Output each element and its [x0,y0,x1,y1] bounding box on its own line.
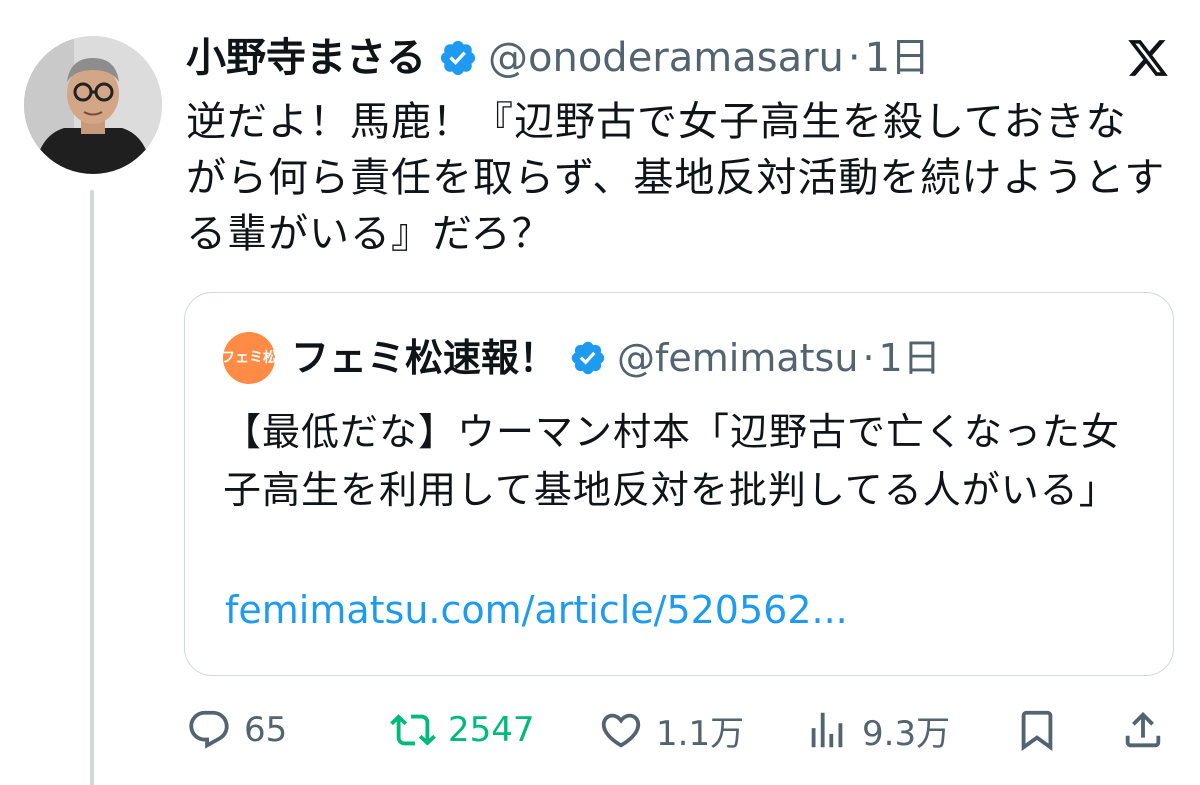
reply-button[interactable]: 65 [186,700,287,760]
x-logo-icon[interactable] [1126,36,1170,80]
bookmark-button[interactable] [1014,700,1060,760]
avatar-image [24,36,162,174]
quoted-tweet-header: フェミ松 フェミ松速報！ @femimatsu · 1日 [221,331,941,385]
like-count: 1.1万 [656,713,745,754]
action-bar: 65 2547 1.1万 9.3万 [186,700,1176,760]
like-icon [601,713,641,748]
separator-dot: · [847,35,861,81]
quoted-display-name: フェミ松速報！ [291,336,558,380]
views-icon [811,712,843,748]
share-button[interactable] [1120,700,1166,760]
quoted-avatar[interactable]: フェミ松 [221,332,277,384]
tweet-text: 逆だよ！馬鹿！『辺野古で女子高生を殺しておきながら何ら責任を取らず、基地反対活動… [186,99,1166,257]
retweet-count: 2547 [448,710,535,750]
verified-badge-icon [571,341,605,375]
quoted-time: 1日 [878,336,941,380]
views-count: 9.3万 [862,713,951,754]
bookmark-icon [1021,710,1053,751]
share-icon [1125,711,1161,748]
like-button[interactable]: 1.1万 [598,700,744,760]
reply-count: 65 [244,710,288,750]
retweet-button[interactable]: 2547 [390,700,535,760]
author-handle[interactable]: @onoderamasaru [488,30,844,86]
views-button[interactable]: 9.3万 [804,700,950,760]
quoted-tweet-text: 【最低だな】ウーマン村本「辺野古で亡くなった女子高生を利用して基地反対を批判して… [223,410,1121,512]
verified-badge-icon [440,40,476,76]
quoted-tweet[interactable]: フェミ松 フェミ松速報！ @femimatsu · 1日 【最低だな】ウーマン村… [184,292,1174,676]
tweet-time[interactable]: 1日 [865,30,930,86]
author-display-name[interactable]: 小野寺まさる [186,30,426,86]
avatar[interactable] [24,36,162,174]
separator-dot: · [862,336,875,380]
thread-line [90,190,94,785]
retweet-icon [390,714,436,746]
quoted-link[interactable]: femimatsu.com/article/520562... [225,583,848,637]
reply-icon [189,710,229,749]
quoted-handle: @femimatsu [617,336,859,380]
tweet: 小野寺まさる @onoderamasaru · 1日 逆だよ！馬鹿！『辺野古で女… [0,0,1200,785]
tweet-header: 小野寺まさる @onoderamasaru · 1日 [186,30,930,86]
